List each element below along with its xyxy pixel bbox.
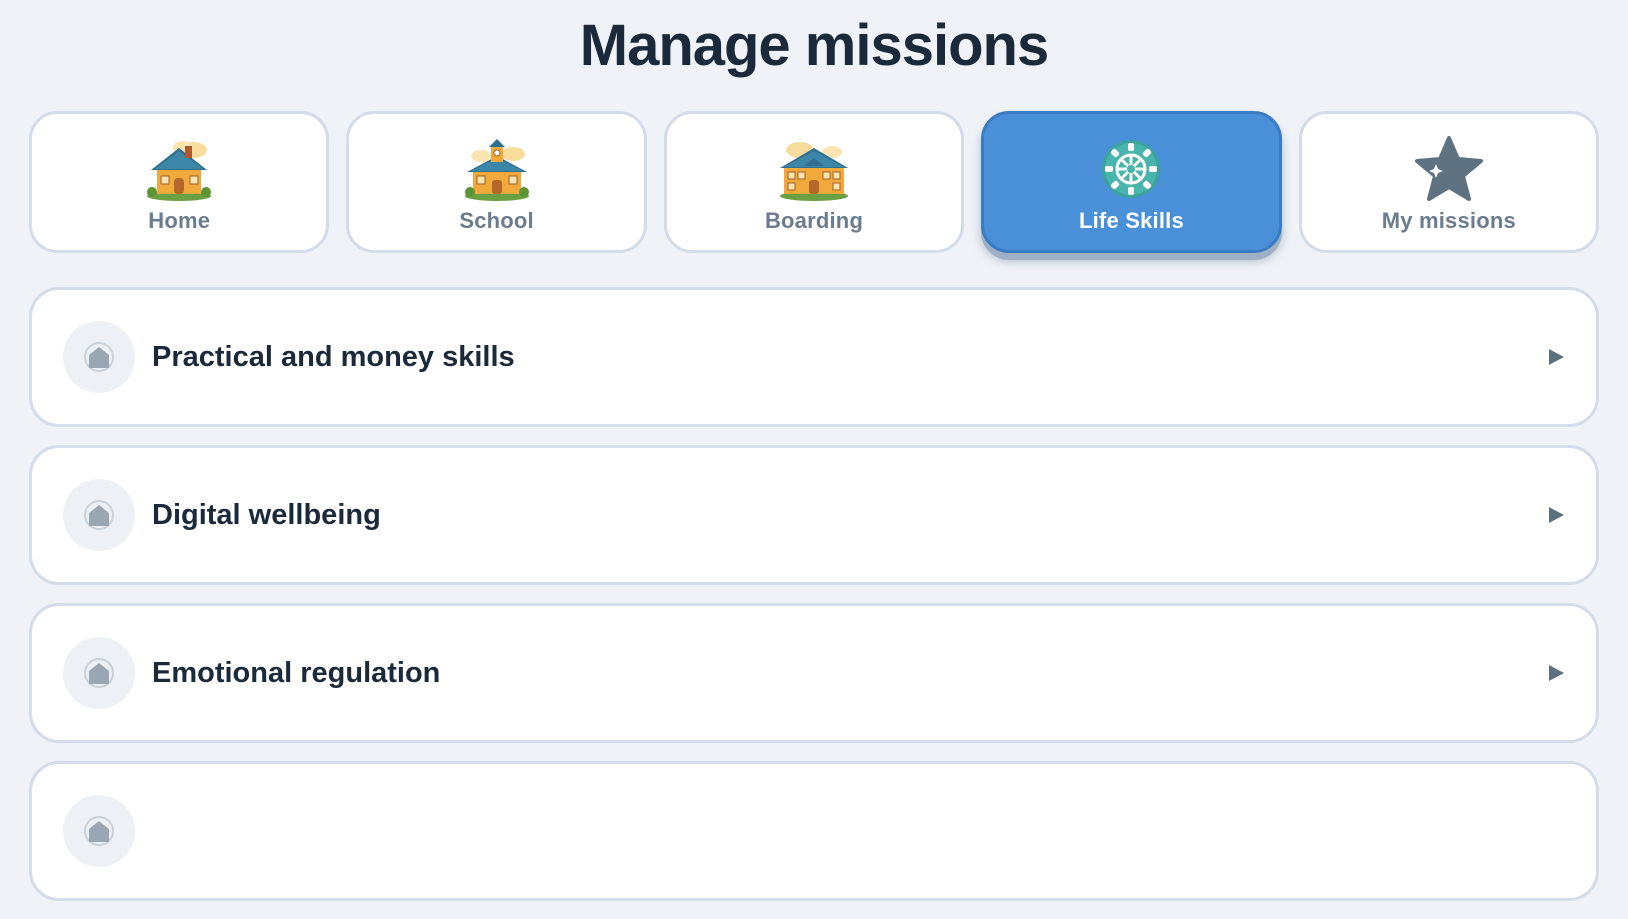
category-house-icon bbox=[63, 479, 135, 551]
house-icon bbox=[143, 136, 215, 202]
page-title: Manage missions bbox=[579, 13, 1049, 78]
list-item-label: Practical and money skills bbox=[152, 340, 515, 373]
boarding-house-icon bbox=[778, 136, 850, 202]
tab-life-skills[interactable]: Life Skills bbox=[981, 111, 1282, 253]
tab-label: Home bbox=[148, 208, 211, 233]
list-item-label: Emotional regulation bbox=[152, 656, 441, 689]
tab-my-missions[interactable]: My missions bbox=[1298, 111, 1600, 253]
tab-school[interactable]: School bbox=[346, 111, 647, 253]
list-item[interactable]: Emotional regulation bbox=[29, 603, 1599, 743]
chevron-right-icon bbox=[1546, 663, 1566, 683]
tab-label: My missions bbox=[1381, 208, 1516, 233]
category-house-icon bbox=[63, 795, 135, 867]
tab-label: Boarding bbox=[764, 208, 864, 233]
star-icon bbox=[1413, 136, 1485, 202]
list-item[interactable] bbox=[29, 761, 1599, 901]
list-item[interactable]: Digital wellbeing bbox=[29, 445, 1599, 585]
list-item-label: Digital wellbeing bbox=[152, 498, 381, 531]
tab-boarding[interactable]: Boarding bbox=[663, 111, 965, 253]
schoolhouse-icon bbox=[461, 136, 533, 202]
category-house-icon bbox=[63, 321, 135, 393]
tab-label: Life Skills bbox=[1078, 208, 1184, 233]
tab-label: School bbox=[459, 208, 534, 233]
chevron-right-icon bbox=[1546, 505, 1566, 525]
category-tabs: Home School Boarding Life Skills My miss… bbox=[29, 111, 1600, 253]
category-house-icon bbox=[63, 637, 135, 709]
list-item[interactable]: Practical and money skills bbox=[29, 287, 1599, 427]
chevron-right-icon bbox=[1546, 347, 1566, 367]
lifebuoy-wheel-icon bbox=[1095, 136, 1167, 202]
tab-home[interactable]: Home bbox=[29, 111, 330, 253]
mission-category-list: Practical and money skills Digital wellb… bbox=[29, 287, 1599, 919]
